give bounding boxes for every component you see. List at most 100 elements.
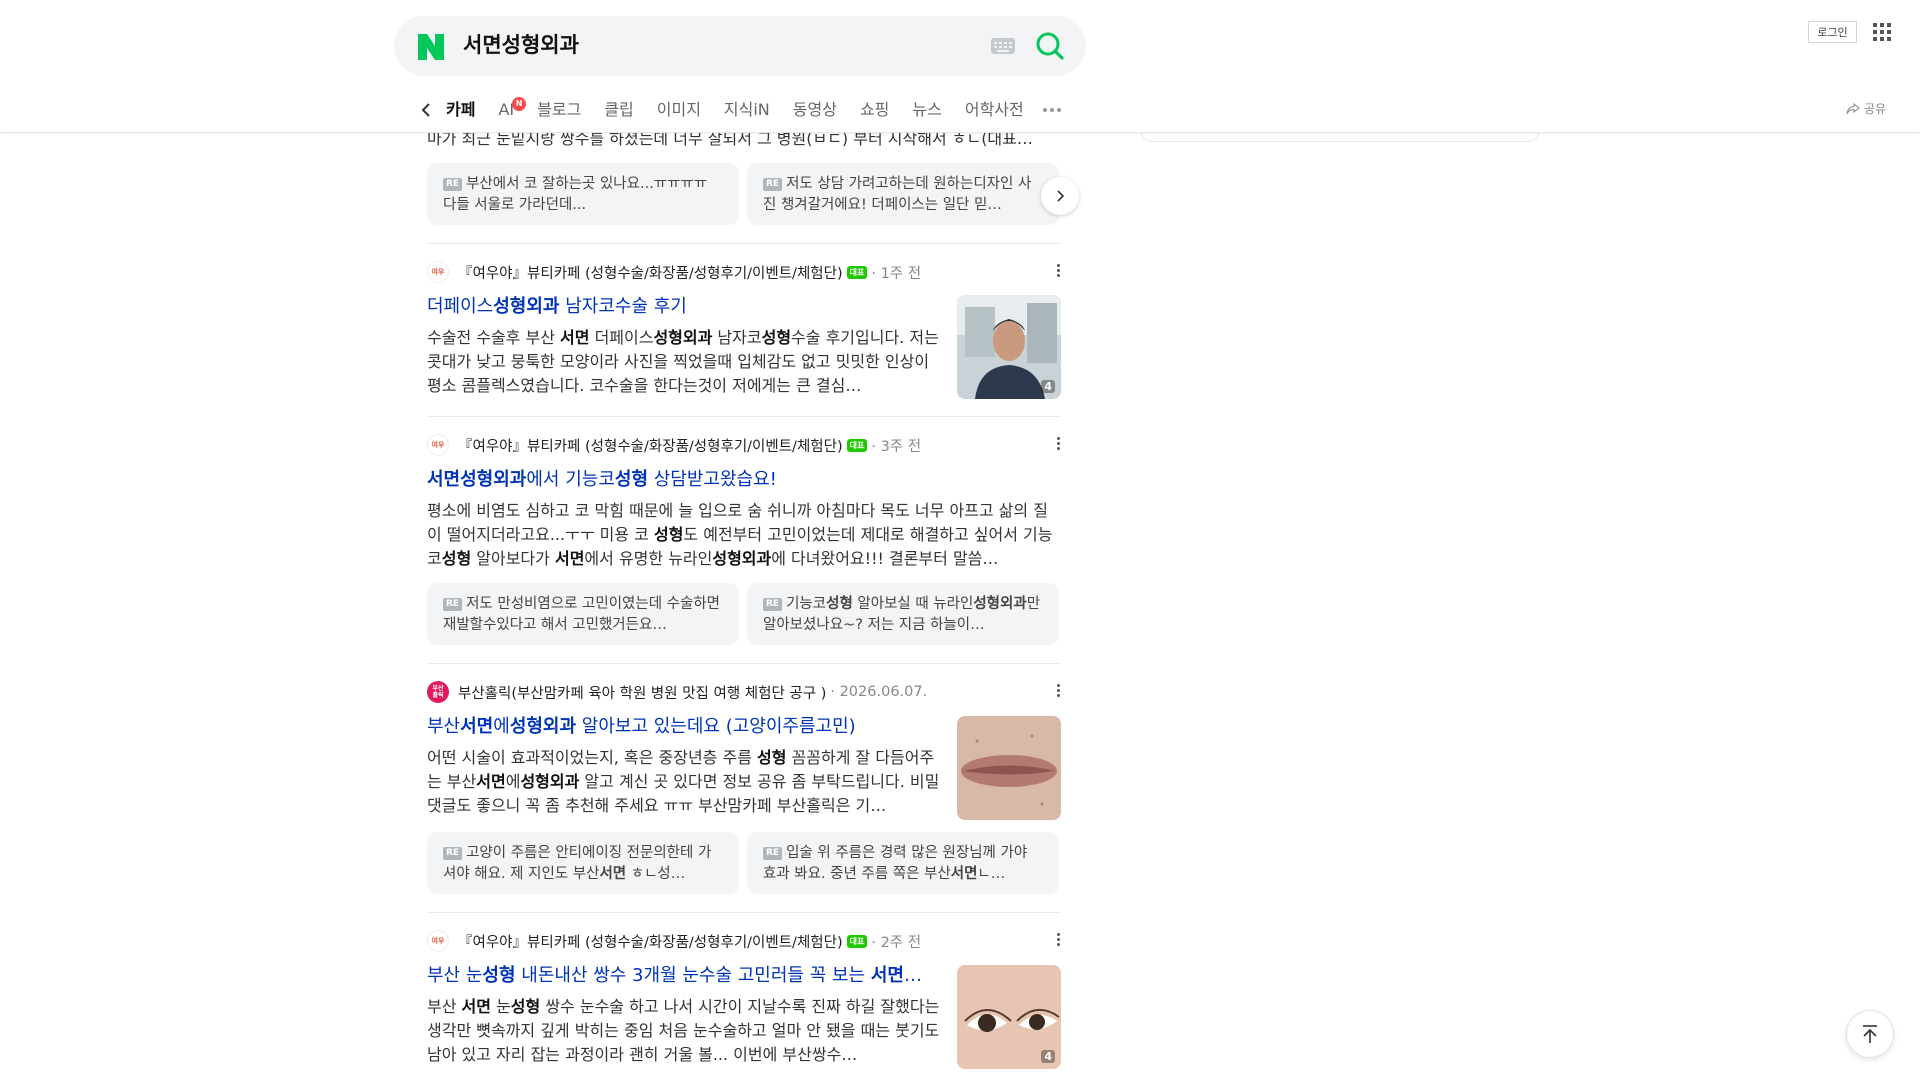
post-source: 부산 홀릭 부산홀릭(부산맘카페 육아 학원 병원 맛집 여행 체험단 공구 ) … xyxy=(427,679,1061,705)
post-body[interactable]: 수술전 수술후 부산 서면 더페이스성형외과 남자코성형수술 후기입니다. 저는… xyxy=(427,326,941,398)
divider xyxy=(427,416,1061,417)
re-label: RE xyxy=(763,847,783,860)
new-badge: N xyxy=(512,97,527,111)
share-label: 공유 xyxy=(1864,102,1887,116)
keyboard-icon[interactable] xyxy=(991,38,1015,54)
re-label: RE xyxy=(443,847,463,860)
more-options-icon[interactable] xyxy=(1057,933,1061,946)
representative-badge: 대표 xyxy=(846,934,868,948)
share-icon xyxy=(1846,102,1860,114)
post-body[interactable]: 어떤 시술이 효과적이었는지, 혹은 중장년층 주름 성형 꼼꼼하게 잘 다듬어… xyxy=(427,746,941,818)
reply-text: 저도 상담 가려고하는데 원하는디자인 사진 챙겨갈거에요! 더페이스는 일단 … xyxy=(763,176,1032,213)
tab-shopping[interactable]: 쇼핑 xyxy=(860,96,889,124)
carousel-next-button[interactable] xyxy=(1041,177,1079,215)
tab-kin[interactable]: 지식iN xyxy=(724,96,770,124)
highlighted-keyword: 성형 xyxy=(482,965,516,986)
reply-text: 저도 만성비염으로 고민이였는데 수술하면 재발할수있다고 해서 고민했거든요… xyxy=(443,596,721,633)
tab-cafe[interactable]: 카페 xyxy=(446,96,475,124)
more-tabs-icon[interactable] xyxy=(1042,108,1061,112)
post-date: · 2주 전 xyxy=(871,934,922,951)
chevron-right-icon xyxy=(1057,190,1064,202)
title-text: 알아보고 있는데요 (고양이주름고민) xyxy=(576,716,856,737)
scroll-to-top-button[interactable] xyxy=(1846,1010,1894,1058)
post-date-value: 2026.06.07. xyxy=(839,684,928,700)
post-body[interactable]: 평소에 비염도 심하고 코 막힘 때문에 늘 입으로 숨 쉬니까 아침마다 목도… xyxy=(427,499,1061,571)
reply-card[interactable]: RE 고양이 주름은 안티에이징 전문의한테 가셔야 해요. 제 지인도 부산서면… xyxy=(427,832,739,894)
title-text: 에 xyxy=(493,716,510,737)
image-count: 4 xyxy=(1041,1050,1055,1063)
reply-card[interactable]: RE 저도 만성비염으로 고민이였는데 수술하면 재발할수있다고 해서 고민했거든… xyxy=(427,583,739,645)
title-text: 에서 기능코 xyxy=(526,469,615,490)
login-button[interactable]: 로그인 xyxy=(1808,21,1857,43)
reply-carousel: RE 부산에서 코 잘하는곳 있나요...ㅠㅠㅠㅠ 다들 서울로 가라던데... … xyxy=(427,163,1061,225)
representative-badge: 대표 xyxy=(846,438,868,452)
post-source: 여우 『여우야』뷰티카페 (성형수술/화장품/성형후기/이벤트/체험단) 대표 … xyxy=(427,259,1061,285)
title-text: 내돈내산 쌍수 3개월 눈수술 고민러들 꼭 보는 xyxy=(515,965,871,986)
chevron-left-icon[interactable] xyxy=(416,96,436,124)
post-thumbnail[interactable] xyxy=(957,716,1061,820)
title-text: 더페이스 xyxy=(427,296,494,317)
search-tabs: 카페 AI N 블로그 클립 이미지 지식iN 동영상 쇼핑 뉴스 어학사전 xyxy=(416,96,1061,124)
reply-card[interactable]: RE 부산에서 코 잘하는곳 있나요...ㅠㅠㅠㅠ 다들 서울로 가라던데... xyxy=(427,163,739,225)
reply-card[interactable]: RE 저도 상담 가려고하는데 원하는디자인 사진 챙겨갈거에요! 더페이스는 일… xyxy=(747,163,1059,225)
representative-badge: 대표 xyxy=(846,265,868,279)
reply-card[interactable]: RE 입술 위 주름은 경력 많은 원장님께 가야 효과 봐요. 중년 주름 쪽은… xyxy=(747,832,1059,894)
divider xyxy=(427,912,1061,913)
post-title[interactable]: 더페이스성형외과 남자코수술 후기 xyxy=(427,294,939,320)
highlighted-keyword: 성형 xyxy=(614,469,649,490)
search-input[interactable] xyxy=(463,32,943,56)
cafe-fox-icon[interactable]: 여우 xyxy=(427,930,449,952)
tab-ai[interactable]: AI N xyxy=(498,96,527,124)
reply-carousel: RE 저도 만성비염으로 고민이였는데 수술하면 재발할수있다고 해서 고민했거든… xyxy=(427,583,1061,645)
highlighted-keyword: 서면 xyxy=(870,965,904,986)
cafe-fox-icon[interactable]: 여우 xyxy=(427,434,449,456)
tab-video[interactable]: 동영상 xyxy=(793,96,837,124)
search-icon[interactable] xyxy=(1034,30,1066,62)
title-text: 남자코수술 후기 xyxy=(559,296,687,317)
post-title[interactable]: 부산서면에성형외과 알아보고 있는데요 (고양이주름고민) xyxy=(427,714,939,740)
tab-news[interactable]: 뉴스 xyxy=(912,96,941,124)
cafe-name[interactable]: 『여우야』뷰티카페 (성형수술/화장품/성형후기/이벤트/체험단) xyxy=(458,435,843,456)
cafe-name[interactable]: 『여우야』뷰티카페 (성형수술/화장품/성형후기/이벤트/체험단) xyxy=(458,931,843,952)
post-thumbnail[interactable]: 4 xyxy=(957,295,1061,399)
post-date: · 3주 전 xyxy=(871,438,922,455)
highlighted-keyword: 성형외과 xyxy=(509,716,577,737)
search-box[interactable] xyxy=(394,16,1086,76)
reply-text: 부산에서 코 잘하는곳 있나요...ㅠㅠㅠㅠ 다들 서울로 가라던데... xyxy=(443,176,708,213)
reply-carousel: RE 고양이 주름은 안티에이징 전문의한테 가셔야 해요. 제 지인도 부산서면… xyxy=(427,832,1061,894)
post-body[interactable]: 부산 서면 눈성형 쌍수 눈수술 하고 나서 시간이 지날수록 진짜 하길 잘했… xyxy=(427,995,941,1067)
image-count: 4 xyxy=(1041,380,1055,393)
post-date-value: 1주 전 xyxy=(880,265,922,282)
apps-grid-icon[interactable] xyxy=(1873,23,1891,41)
re-label: RE xyxy=(443,178,463,191)
cafe-name[interactable]: 부산홀릭(부산맘카페 육아 학원 병원 맛집 여행 체험단 공구 ) xyxy=(458,682,826,703)
divider xyxy=(427,663,1061,664)
re-label: RE xyxy=(443,598,463,611)
more-options-icon[interactable] xyxy=(1057,684,1061,697)
tab-clip[interactable]: 클립 xyxy=(604,96,633,124)
busan-holic-icon[interactable]: 부산 홀릭 xyxy=(427,681,449,703)
arrow-up-icon xyxy=(1863,1025,1877,1043)
post-thumbnail[interactable]: 4 xyxy=(957,965,1061,1069)
post-title[interactable]: 서면성형외과에서 기능코성형 상담받고왔습요! xyxy=(427,467,1061,493)
cafe-fox-icon[interactable]: 여우 xyxy=(427,261,449,283)
divider xyxy=(427,243,1061,244)
tab-dictionary[interactable]: 어학사전 xyxy=(965,96,1024,124)
more-options-icon[interactable] xyxy=(1057,437,1061,450)
post-date-value: 2주 전 xyxy=(880,934,922,951)
tab-blog[interactable]: 블로그 xyxy=(537,96,581,124)
highlighted-keyword: 서면 xyxy=(460,716,494,737)
reply-text: 기능코성형 알아보실 때 뉴라인성형외과만 알아보셨나요~? 저는 지금 하늘이… xyxy=(763,596,1041,633)
share-button[interactable]: 공유 xyxy=(1846,100,1886,117)
title-text: 상담받고왔습요! xyxy=(648,469,777,490)
naver-logo-icon[interactable] xyxy=(418,34,444,60)
cafe-name[interactable]: 『여우야』뷰티카페 (성형수술/화장품/성형후기/이벤트/체험단) xyxy=(458,262,843,283)
highlighted-keyword: 성형외과 xyxy=(493,296,560,317)
highlighted-keyword: 서면성형외과 xyxy=(427,469,527,490)
tab-image[interactable]: 이미지 xyxy=(657,96,701,124)
reply-card[interactable]: RE 기능코성형 알아보실 때 뉴라인성형외과만 알아보셨나요~? 저는 지금 하… xyxy=(747,583,1059,645)
post-title[interactable]: 부산 눈성형 내돈내산 쌍수 3개월 눈수술 고민러들 꼭 보는 서면… xyxy=(427,963,941,989)
search-header: 로그인 카페 AIN 블로그 클립 이미지 지식iN 동영상 쇼핑 뉴스 어학사… xyxy=(0,0,1920,133)
more-options-icon[interactable] xyxy=(1057,264,1061,277)
reply-text: 고양이 주름은 안티에이징 전문의한테 가셔야 해요. 제 지인도 부산서면 ㅎ… xyxy=(443,845,712,882)
